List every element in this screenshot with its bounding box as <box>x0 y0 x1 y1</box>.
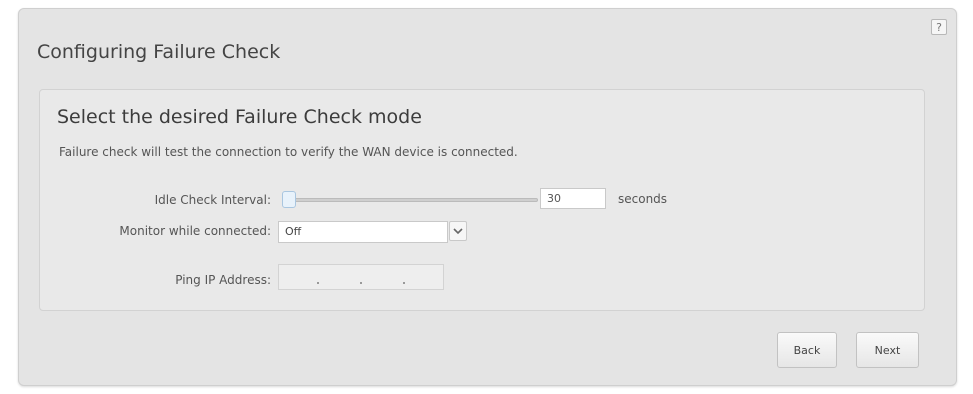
idle-check-interval-slider[interactable] <box>282 198 538 202</box>
panel-description: Failure check will test the connection t… <box>59 145 518 159</box>
back-button[interactable]: Back <box>777 332 837 368</box>
ping-ip-address-input[interactable] <box>278 264 444 290</box>
idle-check-interval-input[interactable] <box>540 188 606 209</box>
idle-check-interval-label: Idle Check Interval: <box>154 193 271 207</box>
ip-separator <box>403 282 405 284</box>
failure-check-panel: Select the desired Failure Check mode Fa… <box>39 89 925 311</box>
ping-ip-address-label: Ping IP Address: <box>175 273 271 287</box>
ip-separator <box>317 282 319 284</box>
panel-heading: Select the desired Failure Check mode <box>57 106 422 128</box>
monitor-while-connected-label: Monitor while connected: <box>119 224 271 238</box>
failure-check-dialog: ? Configuring Failure Check Select the d… <box>18 8 957 386</box>
slider-handle[interactable] <box>282 191 296 208</box>
dialog-title: Configuring Failure Check <box>37 41 281 63</box>
monitor-selected-value: Off <box>285 225 302 238</box>
ip-separator <box>360 282 362 284</box>
chevron-down-icon[interactable] <box>449 221 467 241</box>
next-button[interactable]: Next <box>856 332 919 368</box>
help-icon[interactable]: ? <box>931 19 947 35</box>
monitor-while-connected-select[interactable]: Off <box>278 221 448 243</box>
interval-unit-label: seconds <box>618 192 668 206</box>
